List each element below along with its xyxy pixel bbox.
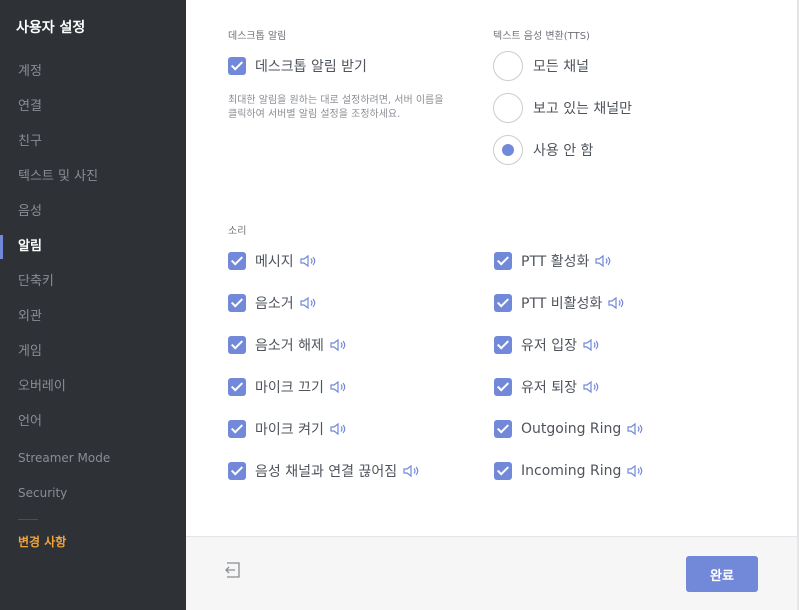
- tts-option-never[interactable]: 사용 안 함: [493, 135, 593, 165]
- speaker-icon[interactable]: [330, 338, 348, 352]
- sound-row-disconnect[interactable]: 음성 채널과 연결 끊어짐: [228, 461, 421, 481]
- sound-label: Outgoing Ring: [521, 421, 622, 437]
- sidebar-item-streamer-mode[interactable]: Streamer Mode: [0, 444, 186, 472]
- radio-checked-icon[interactable]: [493, 135, 523, 165]
- tts-option-label: 사용 안 함: [533, 143, 594, 159]
- tts-option-label: 보고 있는 채널만: [533, 101, 633, 117]
- sidebar-item-voice[interactable]: 음성: [0, 198, 186, 226]
- sounds-heading: 소리: [228, 226, 247, 237]
- sidebar-item-text-images[interactable]: 텍스트 및 사진: [0, 163, 186, 191]
- checkbox-checked-icon[interactable]: [228, 294, 246, 312]
- tts-heading: 텍스트 음성 변환(TTS): [493, 31, 590, 42]
- sound-row-deafen[interactable]: 마이크 끄기: [228, 377, 348, 397]
- description-line-2: 클릭하여 서버별 알림 설정을 조정하세요.: [228, 109, 401, 120]
- sound-row-undeafen[interactable]: 마이크 켜기: [228, 419, 348, 439]
- checkbox-checked-icon[interactable]: [494, 336, 512, 354]
- checkbox-checked-icon[interactable]: [494, 252, 512, 270]
- exit-arrow-icon[interactable]: [224, 561, 242, 579]
- sound-row-mute[interactable]: 음소거: [228, 293, 318, 313]
- sound-label: 마이크 끄기: [255, 380, 324, 396]
- speaker-icon[interactable]: [583, 338, 601, 352]
- desktop-notifications-heading: 데스크톱 알림: [228, 31, 287, 42]
- speaker-icon[interactable]: [583, 380, 601, 394]
- settings-sidebar: 사용자 설정 계정 연결 친구 텍스트 및 사진 음성 알림 단축키 외관 게임…: [0, 0, 186, 610]
- sound-row-ptt-activate[interactable]: PTT 활성화: [494, 251, 613, 271]
- checkbox-checked-icon[interactable]: [494, 378, 512, 396]
- speaker-icon[interactable]: [608, 296, 626, 310]
- desktop-notifications-label: 데스크톱 알림 받기: [255, 59, 367, 75]
- sidebar-item-account[interactable]: 계정: [0, 58, 186, 86]
- done-button[interactable]: 완료: [686, 556, 758, 592]
- tts-option-all-channels[interactable]: 모든 채널: [493, 51, 589, 81]
- speaker-icon[interactable]: [330, 422, 348, 436]
- checkbox-checked-icon[interactable]: [228, 378, 246, 396]
- checkbox-checked-icon[interactable]: [228, 420, 246, 438]
- sidebar-item-keybinds[interactable]: 단축키: [0, 268, 186, 296]
- speaker-icon[interactable]: [300, 254, 318, 268]
- sidebar-item-change-log[interactable]: 변경 사항: [18, 533, 66, 550]
- sound-label: Incoming Ring: [521, 463, 622, 479]
- sidebar-item-friends[interactable]: 친구: [0, 128, 186, 156]
- settings-footer: 완료: [186, 536, 799, 610]
- checkbox-checked-icon[interactable]: [494, 294, 512, 312]
- sound-label: 마이크 켜기: [255, 422, 324, 438]
- checkbox-checked-icon[interactable]: [228, 57, 246, 75]
- notifications-panel: 데스크톱 알림 데스크톱 알림 받기 최대한 알림을 원하는 대로 설정하려면,…: [186, 0, 799, 610]
- sound-row-user-join[interactable]: 유저 입장: [494, 335, 601, 355]
- sound-label: 유저 입장: [521, 338, 577, 354]
- sound-label: 유저 퇴장: [521, 380, 577, 396]
- sound-row-message[interactable]: 메시지: [228, 251, 318, 271]
- sound-label: 음소거 해제: [255, 338, 324, 354]
- sidebar-item-notifications[interactable]: 알림: [0, 233, 186, 261]
- sidebar-item-games[interactable]: 게임: [0, 338, 186, 366]
- sound-label: PTT 비활성화: [521, 296, 603, 312]
- sound-row-incoming-ring[interactable]: Incoming Ring: [494, 461, 645, 481]
- speaker-icon[interactable]: [403, 464, 421, 478]
- desktop-notifications-checkbox-row[interactable]: 데스크톱 알림 받기: [228, 56, 367, 76]
- description-line-1: 최대한 알림을 원하는 대로 설정하려면, 서버 이름을: [228, 95, 444, 106]
- speaker-icon[interactable]: [330, 380, 348, 394]
- sound-row-unmute[interactable]: 음소거 해제: [228, 335, 348, 355]
- checkbox-checked-icon[interactable]: [228, 252, 246, 270]
- sound-row-outgoing-ring[interactable]: Outgoing Ring: [494, 419, 645, 439]
- radio-unchecked-icon[interactable]: [493, 51, 523, 81]
- sound-row-user-leave[interactable]: 유저 퇴장: [494, 377, 601, 397]
- sidebar-divider: [18, 519, 38, 520]
- speaker-icon[interactable]: [300, 296, 318, 310]
- sidebar-item-language[interactable]: 언어: [0, 408, 186, 436]
- sidebar-item-connections[interactable]: 연결: [0, 93, 186, 121]
- checkbox-checked-icon[interactable]: [228, 336, 246, 354]
- sound-label: 음성 채널과 연결 끊어짐: [255, 464, 398, 480]
- sidebar-title: 사용자 설정: [16, 20, 86, 36]
- sound-label: 음소거: [255, 296, 294, 312]
- sound-label: 메시지: [255, 254, 294, 270]
- sound-label: PTT 활성화: [521, 254, 590, 270]
- checkbox-checked-icon[interactable]: [228, 462, 246, 480]
- tts-option-current-channel[interactable]: 보고 있는 채널만: [493, 93, 632, 123]
- desktop-notifications-description: 최대한 알림을 원하는 대로 설정하려면, 서버 이름을 클릭하여 서버별 알림…: [228, 94, 488, 122]
- checkbox-checked-icon[interactable]: [494, 420, 512, 438]
- radio-unchecked-icon[interactable]: [493, 93, 523, 123]
- checkbox-checked-icon[interactable]: [494, 462, 512, 480]
- speaker-icon[interactable]: [627, 464, 645, 478]
- sidebar-item-security[interactable]: Security: [0, 479, 186, 507]
- sound-row-ptt-deactivate[interactable]: PTT 비활성화: [494, 293, 626, 313]
- speaker-icon[interactable]: [627, 422, 645, 436]
- sidebar-item-overlay[interactable]: 오버레이: [0, 373, 186, 401]
- speaker-icon[interactable]: [595, 254, 613, 268]
- sidebar-item-appearance[interactable]: 외관: [0, 303, 186, 331]
- tts-option-label: 모든 채널: [533, 59, 589, 75]
